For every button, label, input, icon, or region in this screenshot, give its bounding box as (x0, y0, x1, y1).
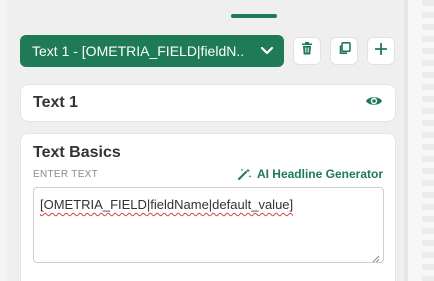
ai-headline-generator-link[interactable]: AI Headline Generator (237, 167, 383, 181)
active-tab-indicator (231, 14, 277, 18)
magic-wand-icon (237, 168, 252, 180)
element-name-card: Text 1 (20, 84, 396, 122)
add-button[interactable] (367, 37, 395, 65)
copy-icon (338, 42, 351, 60)
element-select-label: Text 1 - [OMETRIA_FIELD|fieldN.. (32, 43, 245, 59)
chevron-down-icon (260, 44, 274, 58)
text-input-value: [OMETRIA_FIELD|fieldName|default_value] (40, 197, 294, 212)
plus-icon (374, 42, 388, 60)
trash-icon (301, 42, 313, 60)
text-input-area[interactable]: [OMETRIA_FIELD|fieldName|default_value] (33, 187, 384, 263)
section-title: Text Basics (33, 144, 121, 161)
resize-handle-icon[interactable] (372, 251, 380, 263)
element-name: Text 1 (33, 94, 79, 111)
element-select-dropdown[interactable]: Text 1 - [OMETRIA_FIELD|fieldN.. (20, 35, 284, 67)
enter-text-label: ENTER TEXT (33, 168, 99, 180)
duplicate-button[interactable] (330, 37, 358, 65)
canvas-edge (408, 0, 434, 281)
element-toolbar: Text 1 - [OMETRIA_FIELD|fieldN.. (20, 35, 395, 67)
delete-button[interactable] (293, 37, 321, 65)
basics-row: ENTER TEXT AI Headline Generator (33, 167, 383, 181)
eye-icon[interactable] (365, 94, 383, 113)
ai-link-label: AI Headline Generator (256, 167, 383, 181)
text-basics-card: Text Basics ENTER TEXT AI Headline Gener… (20, 133, 396, 281)
